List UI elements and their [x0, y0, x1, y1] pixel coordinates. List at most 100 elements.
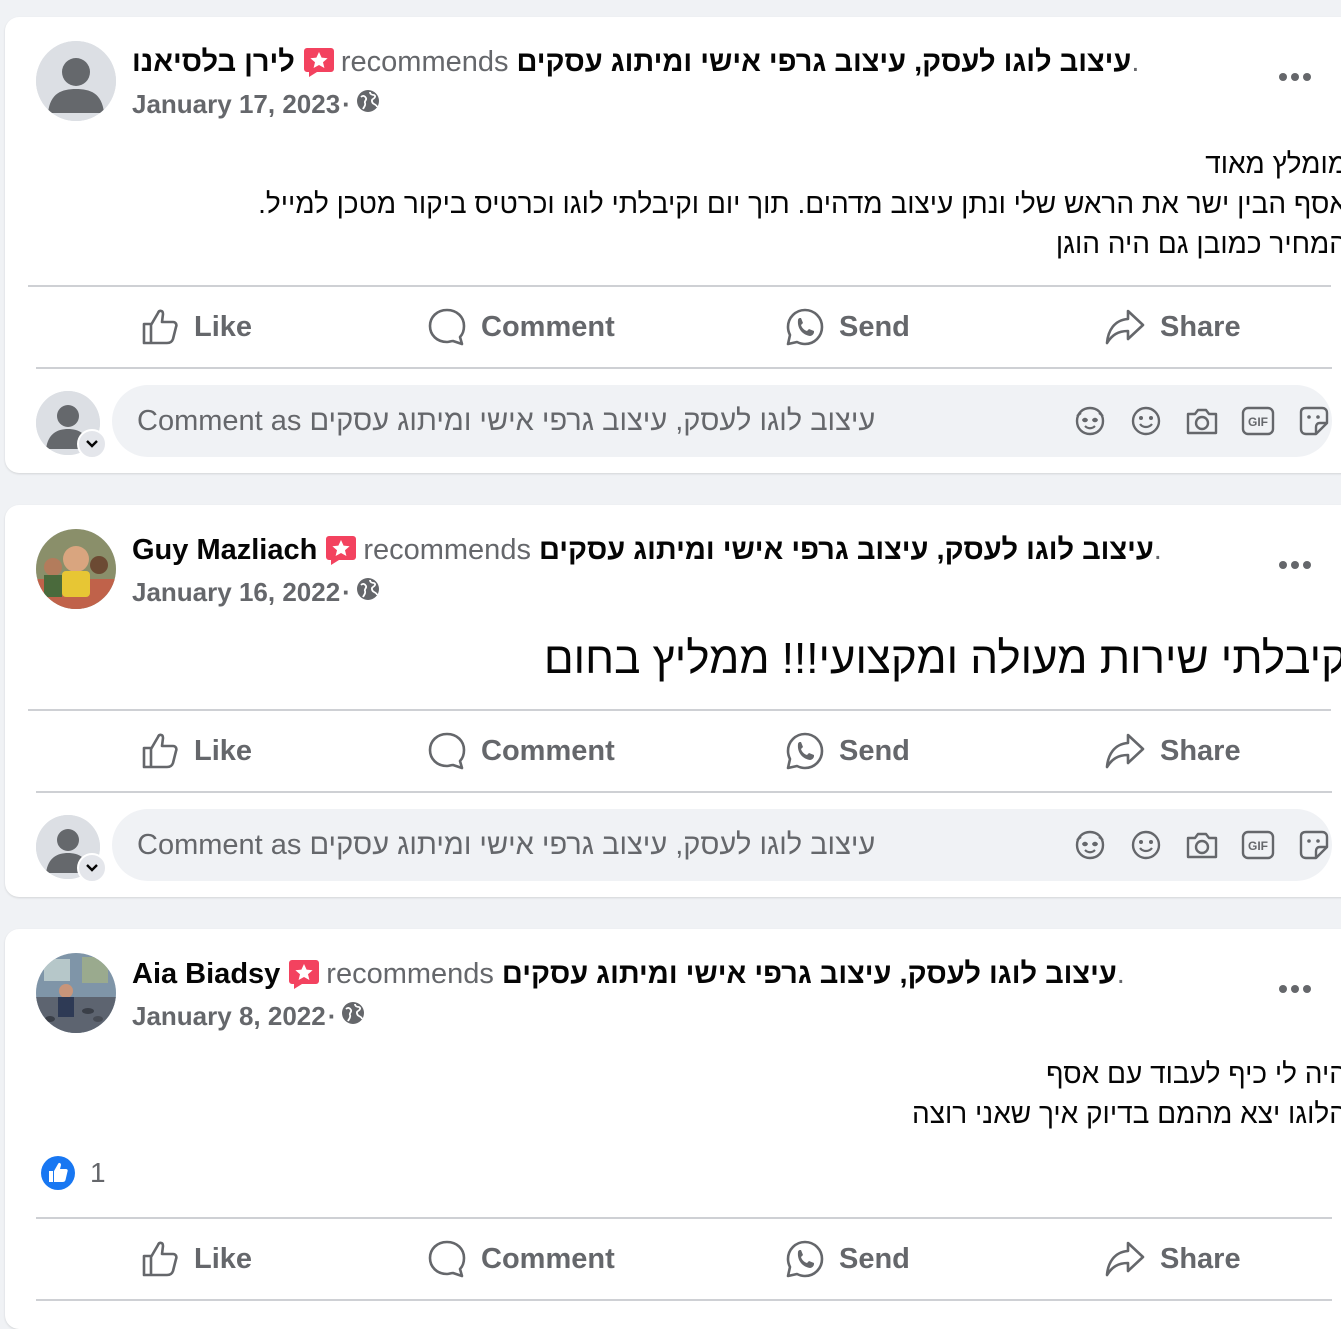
post-date[interactable]: January 16, 2022 — [132, 577, 340, 608]
post-header: Guy Mazliach recommends עיצוב לוגו לעסק,… — [132, 529, 1162, 571]
comment-placeholder: Comment as עיצוב לוגו לעסק, עיצוב גרפי א… — [137, 405, 876, 437]
comment-placeholder: Comment as עיצוב לוגו לעסק, עיצוב גרפי א… — [137, 829, 876, 861]
more-options-icon[interactable] — [1275, 969, 1315, 1009]
share-button[interactable]: Share — [1104, 287, 1241, 367]
send-icon — [786, 1240, 824, 1278]
post-date[interactable]: January 8, 2022 — [132, 1001, 326, 1032]
meta-separator: · — [342, 576, 351, 607]
period: . — [1131, 46, 1140, 78]
like-button[interactable]: Like — [140, 711, 252, 791]
comment-button[interactable]: Comment — [427, 287, 615, 367]
svg-text:GIF: GIF — [1248, 839, 1268, 853]
send-button[interactable]: Send — [785, 711, 910, 791]
post-text-line: אסף הבין ישר את הראש שלי ונתן עיצוב מדהי… — [258, 188, 1341, 219]
composer-tools: GIF — [1072, 809, 1332, 881]
like-label: Like — [194, 1242, 253, 1275]
composer-tools: GIF — [1072, 385, 1332, 457]
recommend-badge-icon — [288, 958, 320, 990]
comment-icon — [428, 308, 466, 346]
comment-button[interactable]: Comment — [427, 1219, 615, 1299]
action-bar: Like Comment Send Share — [36, 287, 1332, 367]
recommend-badge-icon — [325, 534, 357, 566]
send-button[interactable]: Send — [785, 1219, 910, 1299]
post-card: Aia Biadsy recommends עיצוב לוגו לעסק, ע… — [5, 929, 1341, 1329]
page-name-link[interactable]: עיצוב לוגו לעסק, עיצוב גרפי אישי ומיתוג … — [502, 953, 1117, 995]
author-name[interactable]: Aia Biadsy — [132, 953, 280, 995]
share-icon — [1105, 733, 1145, 769]
author-avatar[interactable] — [36, 41, 116, 121]
post-header: לירן בלסיאנו recommends עיצוב לוגו לעסק,… — [132, 41, 1139, 83]
emoji-icon[interactable] — [1128, 403, 1164, 439]
meta-separator: · — [327, 1000, 337, 1031]
action-bar: Like Comment Send Share — [36, 711, 1332, 791]
share-label: Share — [1160, 1242, 1241, 1275]
page-name-link[interactable]: עיצוב לוגו לעסק, עיצוב גרפי אישי ומיתוג … — [517, 41, 1132, 83]
chevron-down-icon[interactable] — [77, 429, 107, 459]
post-meta: January 16, 2022 · — [132, 575, 381, 609]
profile-photo-icon — [36, 529, 116, 609]
author-avatar[interactable] — [36, 953, 116, 1033]
avatar-sticker-icon[interactable] — [1072, 403, 1108, 439]
share-button[interactable]: Share — [1104, 1219, 1241, 1299]
share-icon — [1105, 1241, 1145, 1277]
more-options-icon[interactable] — [1275, 545, 1315, 585]
gif-icon[interactable]: GIF — [1240, 827, 1276, 863]
globe-icon — [340, 1000, 366, 1033]
recommends-label: recommends — [326, 958, 494, 990]
post-header: Aia Biadsy recommends עיצוב לוגו לעסק, ע… — [132, 953, 1125, 995]
share-button[interactable]: Share — [1104, 711, 1241, 791]
comment-input[interactable]: Comment as עיצוב לוגו לעסק, עיצוב גרפי א… — [112, 809, 1332, 881]
like-label: Like — [194, 734, 253, 767]
reactions-summary[interactable]: 1 — [40, 1155, 106, 1191]
post-body: קיבלתי שירות מעולה ומקצועי!!! ממליץ בחום — [25, 633, 1341, 685]
send-label: Send — [839, 734, 910, 767]
period: . — [1116, 958, 1125, 990]
comment-label: Comment — [481, 734, 615, 767]
post-text-line: מומלץ מאוד — [1205, 148, 1341, 179]
author-name[interactable]: לירן בלסיאנו — [132, 41, 295, 83]
sticker-icon[interactable] — [1296, 827, 1332, 863]
like-icon — [142, 309, 178, 345]
svg-text:GIF: GIF — [1248, 415, 1268, 429]
meta-separator: · — [342, 88, 351, 119]
like-button[interactable]: Like — [140, 287, 252, 367]
emoji-icon[interactable] — [1128, 827, 1164, 863]
like-label: Like — [194, 310, 253, 343]
post-card: לירן בלסיאנו recommends עיצוב לוגו לעסק,… — [5, 17, 1341, 473]
default-avatar-icon — [36, 41, 116, 121]
camera-icon[interactable] — [1184, 403, 1220, 439]
avatar-sticker-icon[interactable] — [1072, 827, 1108, 863]
post-meta: January 8, 2022 · — [132, 999, 366, 1033]
post-body: מומלץ מאוד אסף הבין ישר את הראש שלי ונתן… — [25, 144, 1341, 264]
author-name[interactable]: Guy Mazliach — [132, 529, 317, 571]
comment-composer: Comment as עיצוב לוגו לעסק, עיצוב גרפי א… — [36, 385, 1336, 461]
globe-icon — [355, 88, 381, 121]
post-date[interactable]: January 17, 2023 — [132, 89, 340, 120]
like-reaction-icon — [41, 1156, 75, 1190]
more-options-icon[interactable] — [1275, 57, 1315, 97]
like-button[interactable]: Like — [140, 1219, 252, 1299]
comment-input[interactable]: Comment as עיצוב לוגו לעסק, עיצוב גרפי א… — [112, 385, 1332, 457]
like-icon — [142, 733, 178, 769]
gif-icon[interactable]: GIF — [1240, 403, 1276, 439]
send-button[interactable]: Send — [785, 287, 910, 367]
profile-photo-icon — [36, 953, 116, 1033]
like-icon — [142, 1241, 178, 1277]
recommends-label: recommends — [363, 534, 531, 566]
divider — [36, 1299, 1332, 1301]
post-card: Guy Mazliach recommends עיצוב לוגו לעסק,… — [5, 505, 1341, 897]
post-text-line: המחיר כמובן גם היה הוגן — [1055, 228, 1341, 259]
comment-button[interactable]: Comment — [427, 711, 615, 791]
period: . — [1153, 534, 1162, 566]
sticker-icon[interactable] — [1296, 403, 1332, 439]
chevron-down-icon[interactable] — [77, 853, 107, 883]
divider — [36, 791, 1332, 793]
post-body: היה לי כיף לעבוד עם אסף הלוגו יצא מהמם ב… — [25, 1054, 1341, 1134]
camera-icon[interactable] — [1184, 827, 1220, 863]
comment-label: Comment — [481, 310, 615, 343]
comment-icon — [428, 1240, 466, 1278]
author-avatar[interactable] — [36, 529, 116, 609]
post-text-line: היה לי כיף לעבוד עם אסף — [1046, 1058, 1341, 1089]
page-name-link[interactable]: עיצוב לוגו לעסק, עיצוב גרפי אישי ומיתוג … — [539, 529, 1154, 571]
post-meta: January 17, 2023 · — [132, 87, 381, 121]
